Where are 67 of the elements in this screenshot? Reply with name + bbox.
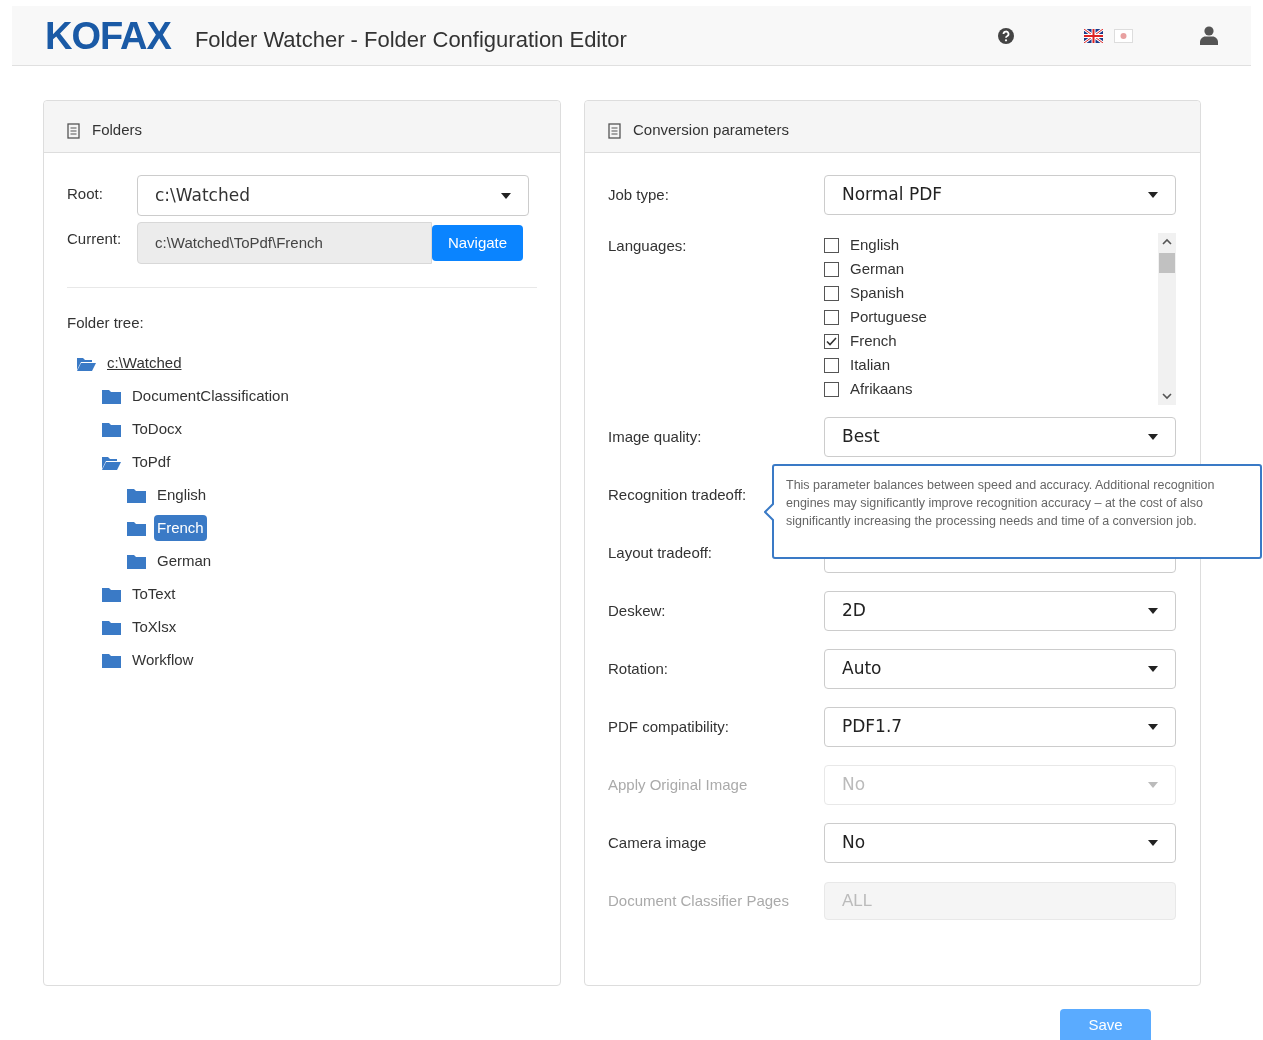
- checkbox-label: French: [850, 330, 897, 351]
- caret-icon: [1148, 434, 1158, 440]
- checkbox[interactable]: [824, 381, 839, 397]
- dropdown[interactable]: Auto: [824, 649, 1176, 689]
- caret-icon: [1148, 666, 1158, 672]
- dropdown[interactable]: Normal PDF: [824, 175, 1176, 215]
- checkbox[interactable]: [824, 333, 839, 349]
- checkbox[interactable]: [824, 309, 839, 325]
- document-icon: [67, 122, 80, 139]
- tree-item[interactable]: ToPdf: [129, 448, 174, 476]
- field-label: Image quality:: [608, 426, 702, 447]
- field-label: Document Classifier Pages: [608, 890, 789, 911]
- checkbox-label: Spanish: [850, 282, 905, 303]
- tree-item[interactable]: German: [154, 547, 215, 575]
- folder-link[interactable]: c:\Watched: [104, 349, 185, 377]
- field-label: Deskew:: [608, 600, 666, 621]
- page-title: Folder Watcher - Folder Configuration Editor: [194, 26, 627, 54]
- tree-item[interactable]: ToXlsx: [129, 613, 180, 641]
- caret-icon: [1148, 782, 1158, 788]
- field-label: Current:: [67, 228, 123, 249]
- checkbox-label: German: [850, 258, 905, 279]
- checkbox-label: Portuguese: [850, 306, 927, 327]
- tree-item[interactable]: DocumentClassification: [129, 382, 292, 410]
- checkbox-label: Afrikaans: [850, 378, 913, 399]
- user-icon[interactable]: [1200, 26, 1218, 45]
- help-icon[interactable]: [998, 27, 1014, 44]
- folder-tree-label: Folder tree:: [67, 313, 145, 333]
- tree-item[interactable]: English: [154, 481, 210, 509]
- checkmark-icon: [826, 336, 837, 346]
- dropdown[interactable]: Best: [824, 417, 1176, 457]
- caret-icon: [1148, 724, 1158, 730]
- panel-title: Conversion parameters: [633, 120, 789, 141]
- navigate-button[interactable]: Navigate: [432, 225, 523, 261]
- field-label: Root:: [67, 183, 104, 204]
- tree-item[interactable]: ToText: [129, 580, 179, 608]
- current-path-field: c:\Watched\ToPdf\French: [137, 222, 432, 264]
- tree-item[interactable]: ToDocx: [129, 415, 186, 443]
- field-label: Job type:: [608, 184, 669, 205]
- field-label: Layout tradeoff:: [608, 542, 712, 563]
- field-label: Camera image: [608, 832, 707, 853]
- document-icon: [608, 122, 621, 139]
- caret-icon: [1148, 608, 1158, 614]
- scrollbar[interactable]: [1158, 233, 1176, 405]
- logo: KOFAX: [45, 16, 171, 55]
- field-label: Rotation:: [608, 658, 669, 679]
- checkbox[interactable]: [824, 285, 839, 301]
- tree-item[interactable]: Workflow: [129, 646, 197, 674]
- dropdown[interactable]: PDF1.7: [824, 707, 1176, 747]
- checkbox-label: Italian: [850, 354, 891, 375]
- root-dropdown[interactable]: c:\Watched: [137, 175, 529, 216]
- field-label: Languages:: [608, 236, 687, 256]
- panel-title: Folders: [92, 120, 143, 141]
- checkbox[interactable]: [824, 237, 839, 253]
- caret-icon: [1148, 840, 1158, 846]
- checkbox[interactable]: [824, 357, 839, 373]
- dropdown[interactable]: 2D: [824, 591, 1176, 631]
- checkbox-label: English: [850, 234, 900, 255]
- field-label: Apply Original Image: [608, 774, 748, 795]
- tree-item[interactable]: French: [154, 514, 207, 542]
- field-label: Recognition tradeoff:: [608, 484, 747, 505]
- caret-icon: [1148, 192, 1158, 198]
- dropdown[interactable]: No: [824, 823, 1176, 863]
- tooltip-text: This parameter balances between speed and accuracy. Additional recognition engines may significantly improve recognition accuracy – at the cost of also significantly increasing the processing needs and time of a conversion job.: [786, 477, 1216, 530]
- field-label: PDF compatibility:: [608, 716, 729, 737]
- caret-icon: [501, 192, 511, 199]
- checkbox[interactable]: [824, 261, 839, 277]
- uk-flag-icon[interactable]: [1084, 28, 1103, 43]
